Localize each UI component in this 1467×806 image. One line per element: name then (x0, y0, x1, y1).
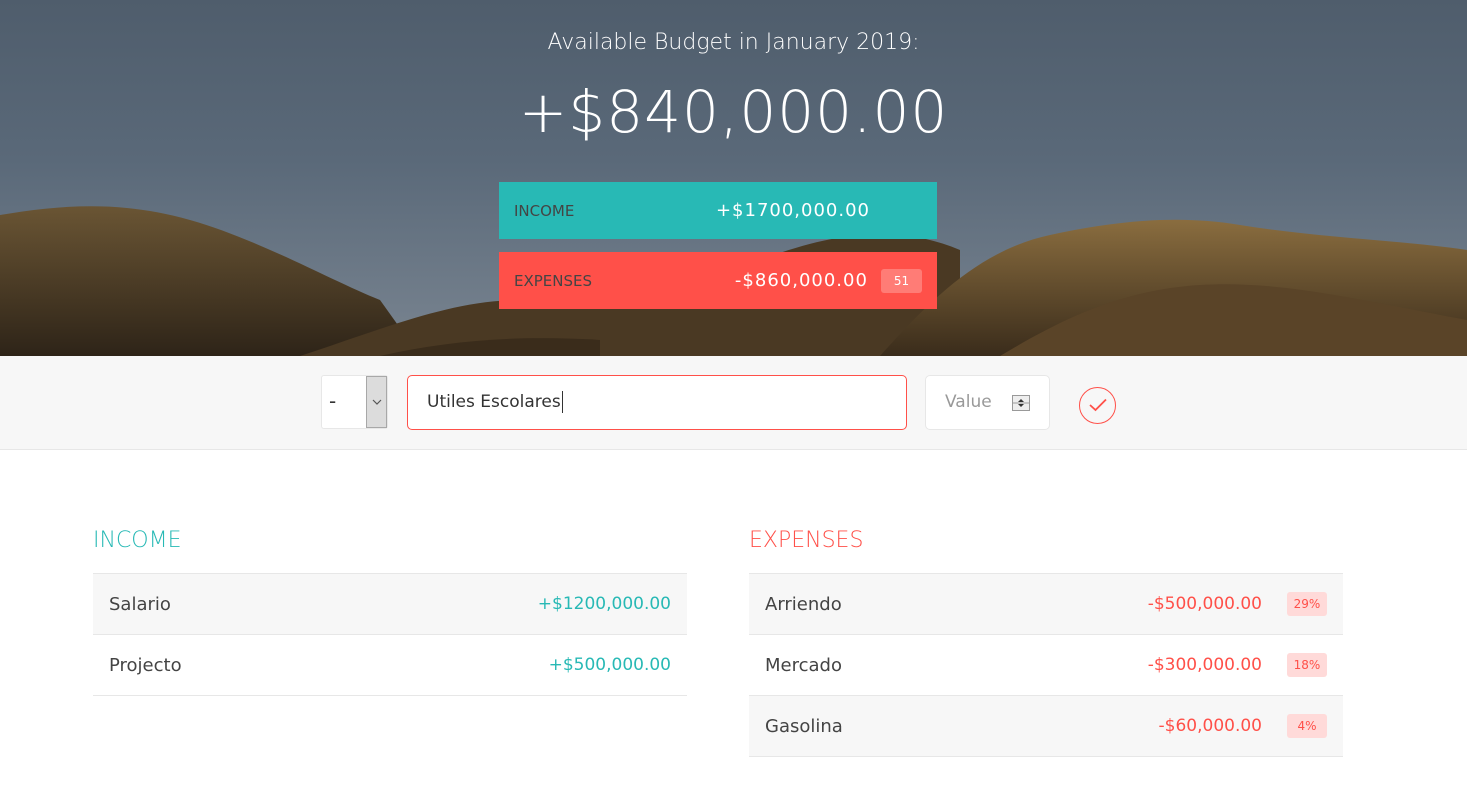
budget-header: Available Budget in January 2019: +$840,… (0, 0, 1467, 356)
expenses-percentage-badge: 51 (880, 268, 922, 293)
add-entry-bar: - Utiles Escolares Value (0, 356, 1467, 450)
income-item-description: Salario (109, 593, 171, 615)
expense-item-description: Mercado (765, 654, 842, 676)
expenses-summary: Expenses -$860,000.00 51 (499, 252, 937, 309)
income-item-value: +$1200,000.00 (537, 594, 671, 614)
expense-item-description: Gasolina (765, 715, 843, 737)
description-input-value: Utiles Escolares (427, 392, 561, 412)
budget-title: Available Budget in January 2019: (547, 30, 920, 55)
expense-item-percentage: 29% (1287, 592, 1327, 616)
number-spinner-icon[interactable] (1012, 395, 1030, 411)
chevron-down-icon[interactable] (366, 376, 387, 428)
expense-item-value: -$500,000.00 (1147, 594, 1262, 614)
income-summary-value: +$1700,000.00 (715, 200, 870, 221)
expense-item-percentage: 4% (1287, 714, 1327, 738)
income-item-description: Projecto (109, 654, 182, 676)
income-list-title: Income (93, 526, 687, 574)
income-item-value: +$500,000.00 (548, 655, 671, 675)
budget-value: +$840,000.00 (518, 78, 949, 146)
value-input[interactable]: Value (925, 375, 1050, 430)
income-item[interactable]: Projecto +$500,000.00 (93, 635, 687, 696)
type-select-value: - (329, 389, 337, 413)
expense-item[interactable]: Mercado -$300,000.00 18% (749, 635, 1343, 696)
expense-item[interactable]: Arriendo -$500,000.00 29% (749, 574, 1343, 635)
checkmark-icon (1089, 398, 1107, 412)
income-list: Income Salario +$1200,000.00 Projecto +$… (93, 526, 687, 696)
add-button[interactable] (1079, 387, 1116, 424)
expenses-summary-value: -$860,000.00 (734, 270, 868, 291)
expense-item[interactable]: Gasolina -$60,000.00 4% (749, 696, 1343, 757)
income-summary-label: Income (514, 201, 575, 220)
value-input-placeholder: Value (945, 392, 992, 412)
text-cursor (561, 391, 563, 413)
expenses-list: Expenses Arriendo -$500,000.00 29% Merca… (749, 526, 1343, 757)
expense-item-description: Arriendo (765, 593, 842, 615)
expense-item-value: -$60,000.00 (1158, 716, 1262, 736)
type-select[interactable]: - (321, 375, 388, 429)
expenses-summary-label: Expenses (514, 271, 593, 290)
income-item[interactable]: Salario +$1200,000.00 (93, 574, 687, 635)
expense-item-percentage: 18% (1287, 653, 1327, 677)
expense-item-value: -$300,000.00 (1147, 655, 1262, 675)
income-summary: Income +$1700,000.00 (499, 182, 937, 239)
description-input[interactable]: Utiles Escolares (407, 375, 907, 430)
expenses-list-title: Expenses (749, 526, 1343, 574)
